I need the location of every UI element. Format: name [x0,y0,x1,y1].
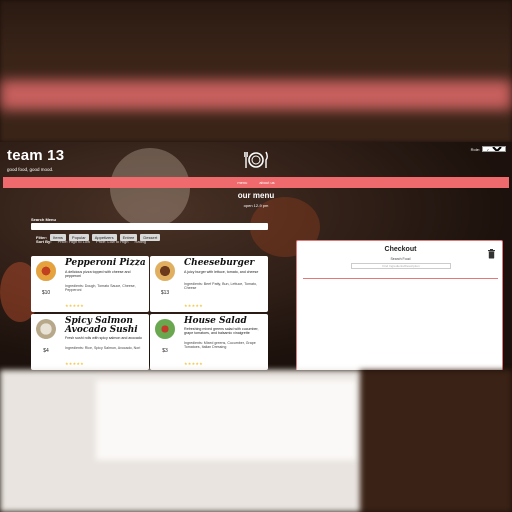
checkout-divider [303,278,498,279]
screen: team 13 good food, good mood. Role: Cust… [0,0,512,512]
menu-item-card[interactable]: $13 Cheeseburger A juicy burger with let… [150,256,268,312]
pizza-image [36,261,56,281]
sushi-image [36,319,56,339]
sort-bar: Sort By: Price: High to Low Price: Low t… [36,239,146,244]
item-description: Refreshing mixed greens salad with cucum… [184,327,259,336]
checkout-search-input[interactable]: Find Ingredients/Description [351,263,451,269]
search-input[interactable] [31,223,268,230]
item-title: House Salad [184,316,247,326]
menu-item-card[interactable]: $3 House Salad Refreshing mixed greens s… [150,314,268,370]
item-rating-stars: ★★★★★ [65,361,84,366]
item-description: A delicious pizza topped with cheese and… [65,270,131,279]
item-rating-stars: ★★★★★ [65,303,84,308]
item-price: $10 [41,290,51,296]
blurred-bottom-region [0,370,512,512]
sort-rating[interactable]: Rating [135,239,147,244]
menu-item-card[interactable]: $4 Spicy Salmon Avocado Sushi Fresh sush… [31,314,149,370]
item-ingredients: Ingredients: Mixed greens, Cucumber, Gra… [184,341,256,350]
item-price: $3 [162,348,168,354]
role-label: Role: [470,146,480,152]
item-rating-stars: ★★★★★ [184,303,203,308]
item-title: Spicy Salmon Avocado Sushi [65,316,138,335]
checkout-panel: Checkout Search Food Find Ingredients/De… [296,240,503,370]
item-price: $13 [160,290,170,296]
checkout-title: Checkout [384,246,417,253]
item-ingredients: Ingredients: Dough, Tomato Sauce, Cheese… [65,284,136,293]
checkout-search-label: Search Food [390,257,411,261]
item-rating-stars: ★★★★★ [184,361,203,366]
role-select[interactable]: Customer [482,146,506,152]
brand: team 13 good food, good mood. [7,147,64,172]
menu-item-card[interactable]: $10 Pepperoni Pizza A delicious pizza to… [31,256,149,312]
brand-name: team 13 [7,147,65,164]
item-title: Pepperoni Pizza [65,258,146,268]
item-description: Fresh sushi rolls with spicy salmon and … [65,336,142,340]
nav-about-link[interactable]: about us [259,180,274,185]
sort-price-low-high[interactable]: Price: Low to High [96,239,128,244]
item-description: A juicy burger with lettuce, tomato, and… [184,270,259,274]
plate-fork-knife-icon [243,149,269,171]
item-ingredients: Ingredients: Beef Patty, Bun, Lettuce, T… [184,282,257,291]
blurred-top-region [0,0,512,142]
burger-image [155,261,175,281]
item-ingredients: Ingredients: Rice, Spicy Salmon, Avocado… [65,346,141,350]
nav-bar: menu about us [3,177,509,188]
trash-icon[interactable] [487,246,496,259]
menu-title: our menu [237,191,275,200]
nav-menu-link[interactable]: menu [237,180,247,185]
background-plate [110,148,190,228]
sort-label: Sort By: [36,239,52,244]
sort-price-high-low[interactable]: Price: High to Low [58,239,90,244]
search-label: Search Menu [31,217,56,222]
brand-tagline: good food, good mood. [7,167,54,172]
item-price: $4 [43,348,49,354]
role-selector: Role: Customer [471,146,506,152]
item-title: Cheeseburger [184,258,255,268]
menu-app: team 13 good food, good mood. Role: Cust… [0,142,512,370]
salad-image [155,319,175,339]
opening-hours: open 12-9 pm [243,203,269,208]
